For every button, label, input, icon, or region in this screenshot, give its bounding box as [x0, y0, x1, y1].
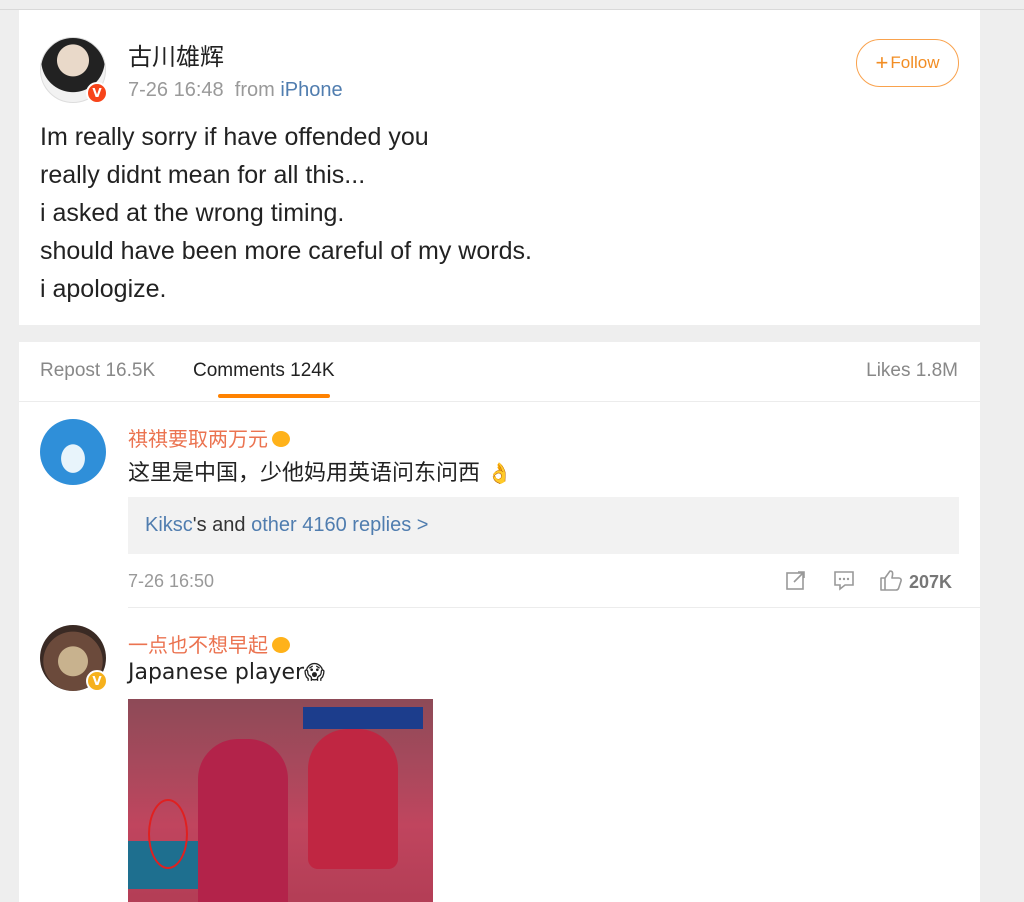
- post-line: really didnt mean for all this...: [40, 161, 366, 189]
- post-time: 7-26 16:48: [128, 79, 224, 101]
- ok-hand-emoji-icon: 👌: [487, 461, 512, 485]
- follow-button[interactable]: + Follow: [856, 39, 959, 87]
- author-name[interactable]: 古川雄辉: [128, 37, 224, 72]
- comment-image[interactable]: [128, 699, 433, 902]
- share-icon[interactable]: [785, 569, 807, 591]
- plus-icon: +: [875, 50, 889, 75]
- comments-card: Repost 16.5K Comments 124K Likes 1.8M 祺祺…: [19, 342, 980, 902]
- follow-label: Follow: [890, 53, 940, 72]
- player-figure: [308, 729, 398, 869]
- comment-icon[interactable]: [833, 569, 855, 591]
- post-source[interactable]: iPhone: [280, 79, 342, 101]
- comment-text: Japanese player😱: [128, 660, 325, 685]
- thumbs-up-icon: [879, 569, 903, 596]
- tab-likes[interactable]: Likes 1.8M: [866, 360, 958, 382]
- member-crown-icon: [272, 636, 290, 653]
- tab-comments[interactable]: Comments 124K: [193, 360, 335, 382]
- active-tab-indicator: [218, 394, 330, 398]
- reply-user-link[interactable]: Kiksc: [145, 514, 193, 537]
- tab-repost[interactable]: Repost 16.5K: [40, 360, 155, 382]
- post-line: i asked at the wrong timing.: [40, 199, 345, 227]
- comment-divider: [128, 607, 980, 608]
- replies-connector: 's and: [192, 514, 252, 536]
- commenter-name-text: 祺祺要取两万元: [128, 427, 268, 451]
- replies-preview[interactable]: Kiksc's and other 4160 replies >: [128, 497, 959, 554]
- player-figure: [198, 739, 288, 902]
- commenter-name[interactable]: 祺祺要取两万元: [128, 423, 290, 452]
- commenter-name[interactable]: 一点也不想早起: [128, 629, 290, 658]
- shocked-face-emoji-icon: 😱: [304, 660, 325, 684]
- like-count: 207K: [909, 572, 953, 592]
- like-button[interactable]: 207K: [879, 569, 952, 596]
- comment-time: 7-26 16:50: [128, 571, 215, 591]
- post-line: should have been more careful of my word…: [40, 237, 532, 265]
- post-body: Im really sorry if have offended you rea…: [40, 118, 532, 308]
- from-label: from: [234, 79, 275, 101]
- comment-text-body: Japanese player: [128, 660, 305, 685]
- post-line: Im really sorry if have offended you: [40, 123, 429, 151]
- post-meta: 7-26 16:48 from iPhone: [128, 79, 343, 102]
- commenter-avatar[interactable]: [40, 419, 106, 485]
- tab-bar: Repost 16.5K Comments 124K Likes 1.8M: [19, 342, 980, 402]
- post-card: V 古川雄辉 7-26 16:48 from iPhone + Follow Im…: [19, 10, 980, 325]
- member-crown-icon: [272, 430, 290, 447]
- verified-icon: V: [86, 670, 108, 692]
- post-line: i apologize.: [40, 275, 167, 303]
- commenter-name-text: 一点也不想早起: [128, 633, 268, 657]
- red-circle-annotation: [148, 799, 188, 869]
- comment-text: 这里是中国，少他妈用英语问东问西 👌: [128, 455, 512, 487]
- more-replies-link[interactable]: other 4160 replies >: [251, 514, 428, 537]
- verified-icon: V: [86, 82, 108, 104]
- broadcast-banner: [303, 707, 423, 729]
- comment-text-body: 这里是中国，少他妈用英语问东问西: [128, 461, 481, 486]
